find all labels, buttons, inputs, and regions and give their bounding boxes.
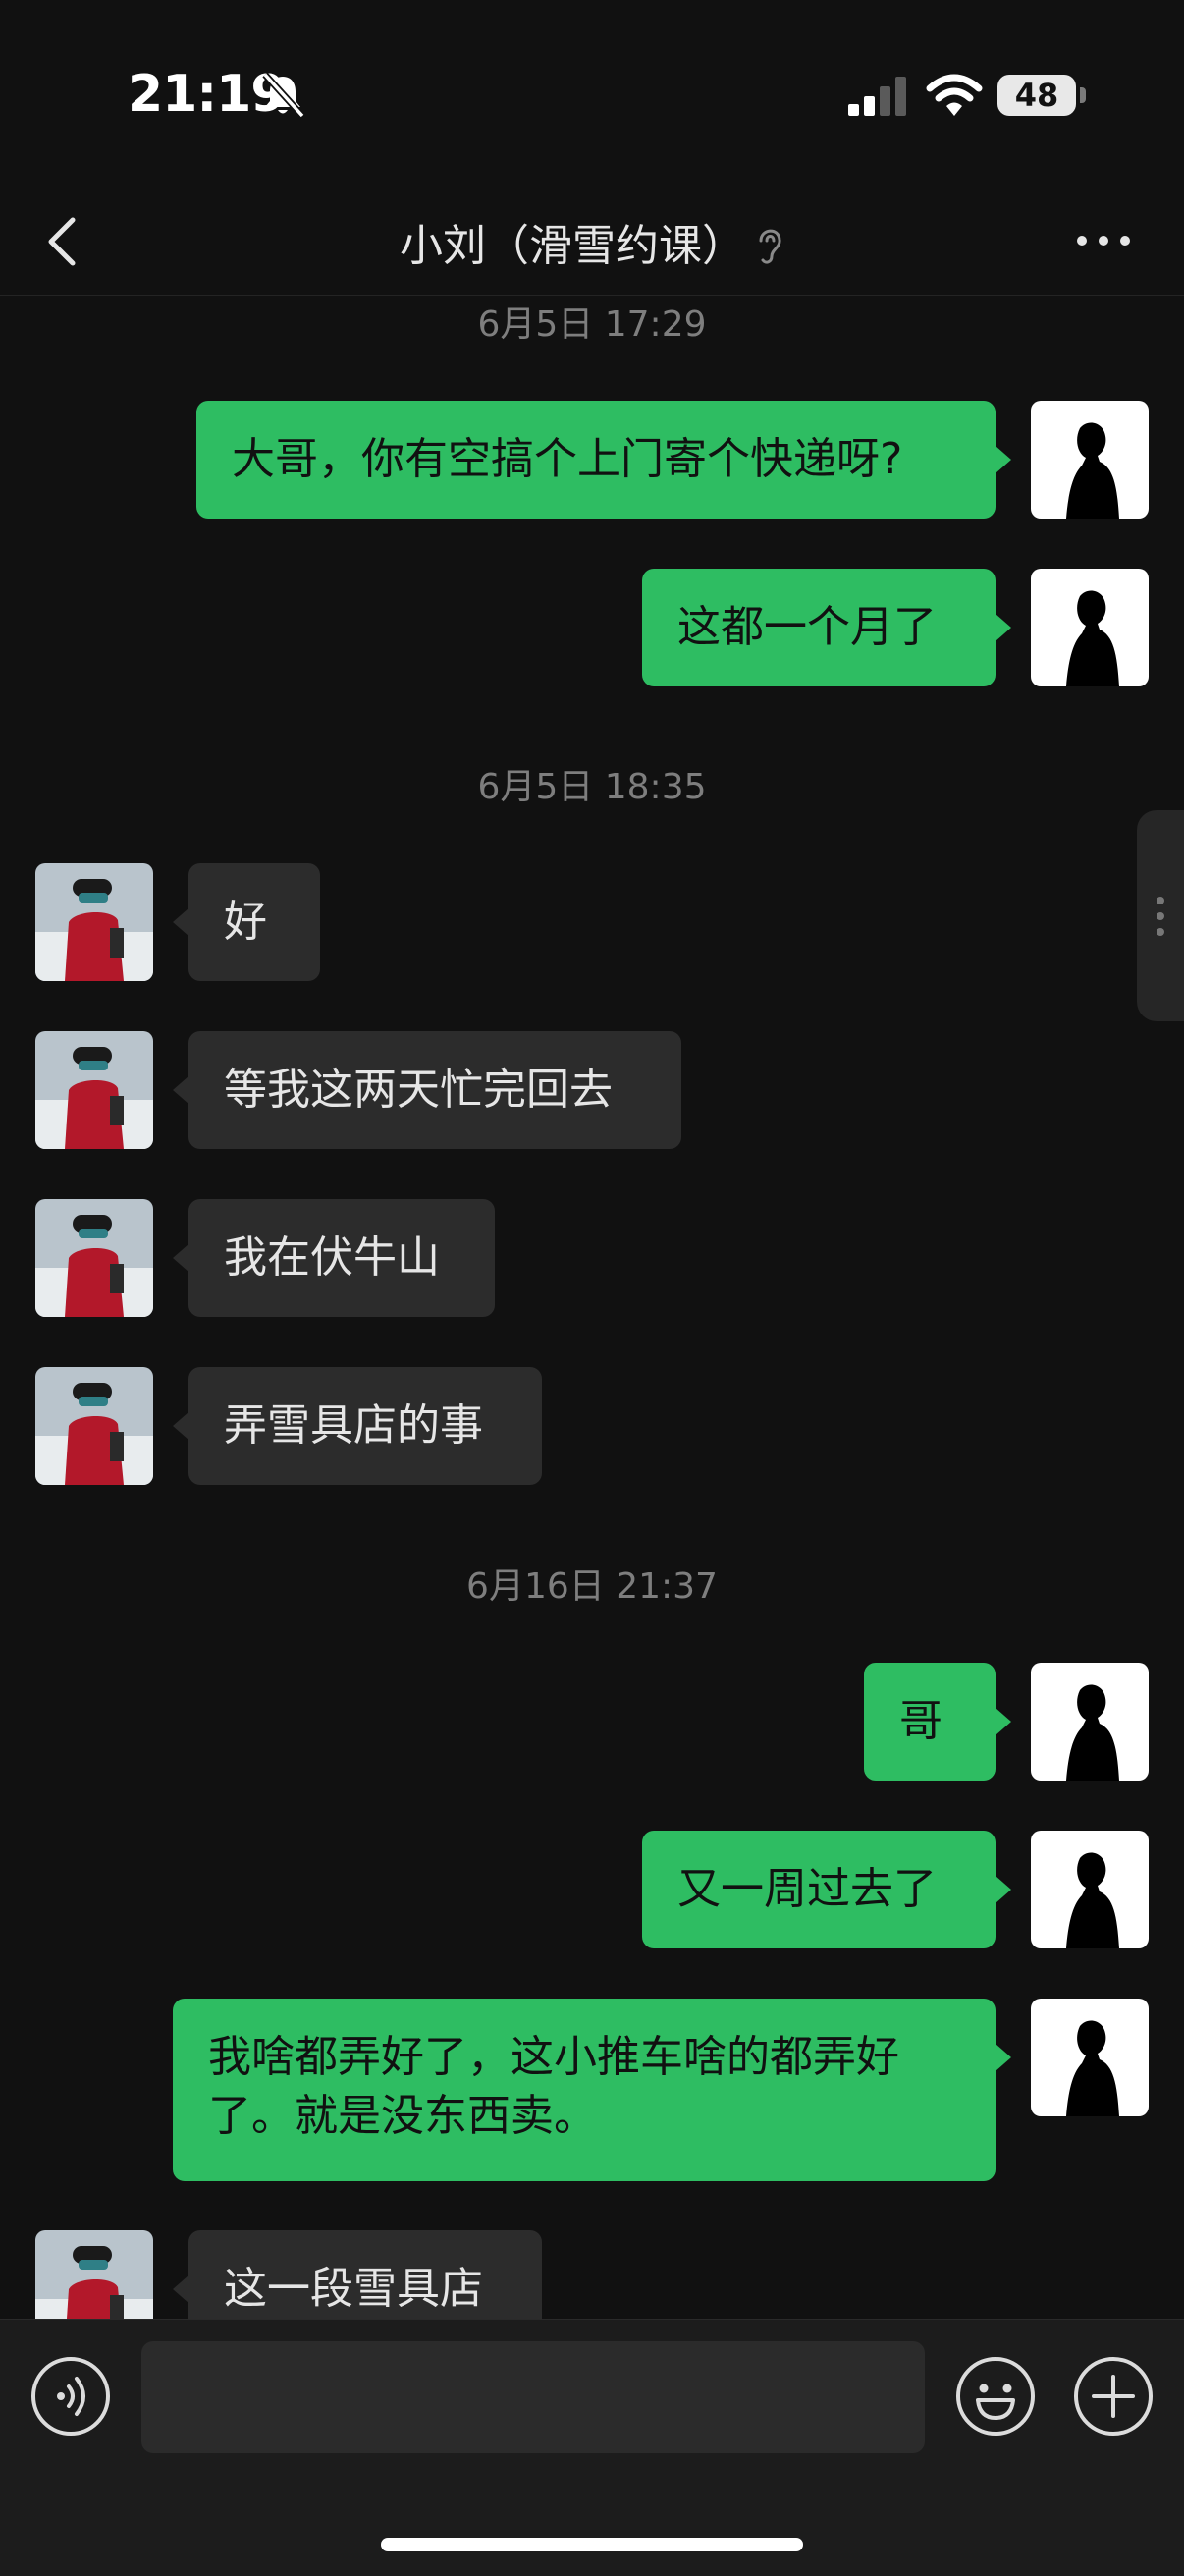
contact-avatar[interactable] — [35, 1367, 153, 1485]
chat-title-container[interactable]: 小刘（滑雪约课） — [0, 210, 1184, 273]
message-bubble-received[interactable]: 我在伏牛山 — [173, 1199, 495, 1317]
message-bubble-sent[interactable]: 又一周过去了 — [642, 1831, 1011, 1948]
wifi-icon — [926, 74, 983, 116]
message-bubble-sent[interactable]: 哥 — [864, 1663, 1011, 1781]
my-avatar[interactable] — [1031, 1663, 1149, 1781]
contact-avatar[interactable] — [35, 1031, 153, 1149]
plus-icon[interactable] — [1072, 2355, 1155, 2438]
timestamp: 6月5日 18:35 — [477, 767, 707, 807]
voice-icon[interactable] — [29, 2355, 112, 2438]
my-avatar[interactable] — [1031, 569, 1149, 686]
chat-area[interactable]: 6月5日 17:29 大哥，你有空搞个上门寄个快递呀? 这都一个月了 6月5日 … — [0, 296, 1184, 2319]
timestamp: 6月16日 21:37 — [466, 1566, 718, 1607]
message-bubble-sent[interactable]: 这都一个月了 — [642, 569, 1011, 686]
message-bubble-received[interactable]: 弄雪具店的事 — [173, 1367, 542, 1485]
battery-nub — [1080, 87, 1086, 103]
home-indicator[interactable] — [381, 2538, 803, 2551]
more-dots-icon[interactable] — [1072, 226, 1135, 255]
contact-avatar[interactable] — [35, 2230, 153, 2319]
nav-bar: 小刘（滑雪约课） — [0, 187, 1184, 296]
battery-icon: 48 — [997, 75, 1076, 116]
ear-icon — [759, 229, 781, 264]
contact-avatar[interactable] — [35, 1199, 153, 1317]
message-bubble-received[interactable]: 这一段雪具店 — [173, 2230, 542, 2319]
chat-title: 小刘（滑雪约课） — [400, 221, 745, 271]
message-bubble-received[interactable]: 好 — [173, 863, 320, 981]
bell-off-icon — [262, 72, 305, 119]
side-drawer-handle[interactable] — [1137, 810, 1184, 1021]
my-avatar[interactable] — [1031, 1831, 1149, 1948]
message-bubble-sent[interactable]: 我啥都弄好了，这小推车啥的都弄好了。就是没东西卖。 — [173, 1999, 1011, 2181]
message-bubble-sent[interactable]: 大哥，你有空搞个上门寄个快递呀? — [196, 401, 1011, 519]
contact-avatar[interactable] — [35, 863, 153, 981]
emoji-icon[interactable] — [954, 2355, 1037, 2438]
my-avatar[interactable] — [1031, 1999, 1149, 2116]
cellular-signal-icon — [848, 77, 906, 116]
message-bubble-received[interactable]: 等我这两天忙完回去 — [173, 1031, 681, 1149]
message-input[interactable] — [141, 2341, 925, 2453]
timestamp: 6月5日 17:29 — [477, 304, 707, 345]
my-avatar[interactable] — [1031, 401, 1149, 519]
status-bar: 21:19 48 — [0, 0, 1184, 187]
